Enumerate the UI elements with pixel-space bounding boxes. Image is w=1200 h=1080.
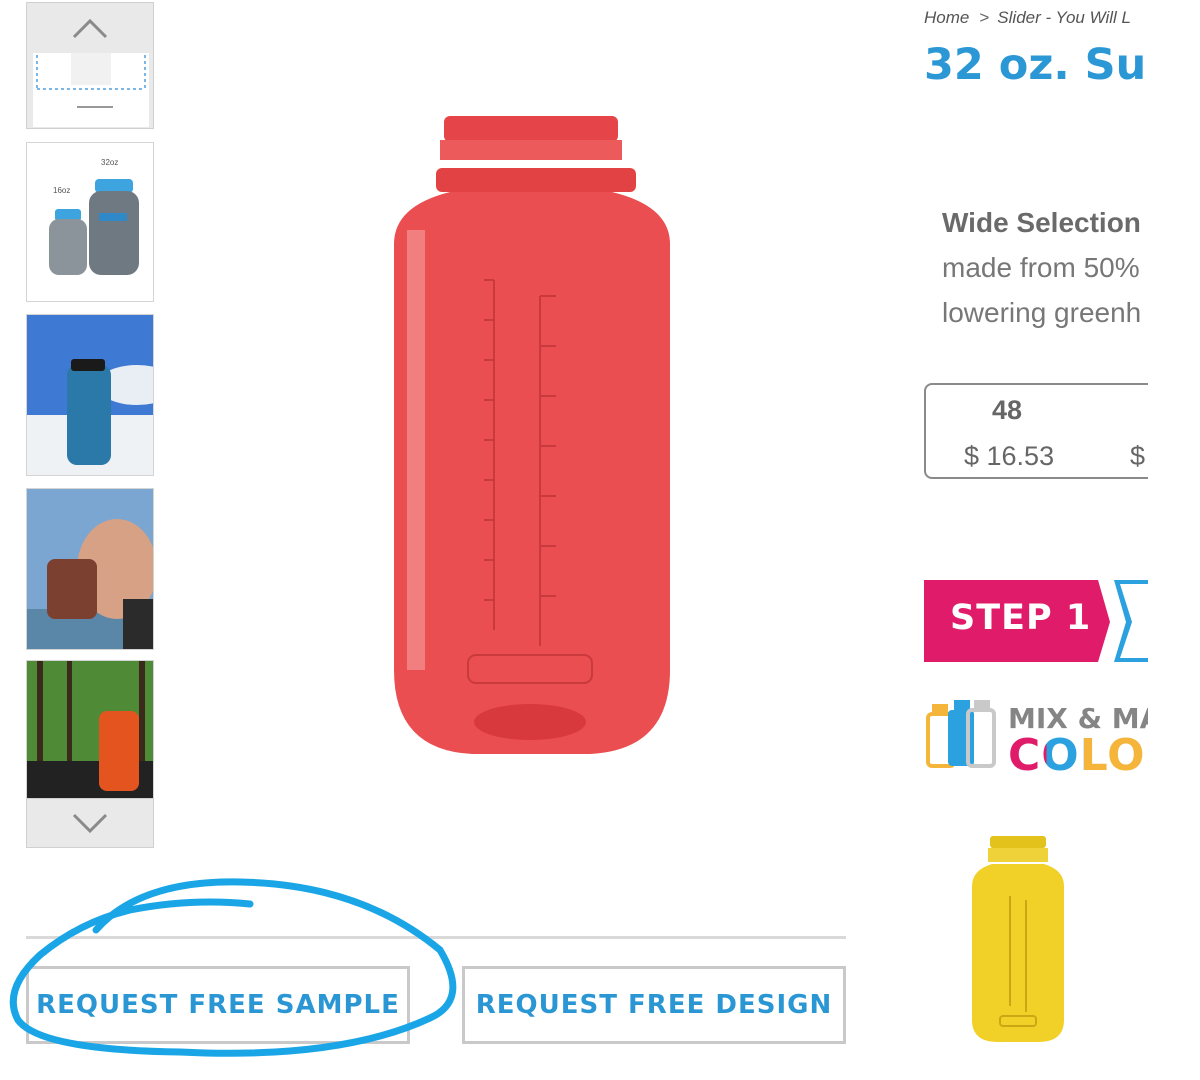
product-description: Wide Selection made from 50% lowering gr… bbox=[942, 200, 1141, 335]
breadcrumb-current[interactable]: Slider - You Will L bbox=[997, 8, 1131, 27]
yellow-bottle-image[interactable] bbox=[970, 836, 1066, 1046]
content-divider bbox=[26, 936, 846, 939]
thumbnail-gallery: 16oz 32oz bbox=[26, 2, 156, 848]
svg-text:16oz: 16oz bbox=[53, 186, 70, 195]
thumb-bottom-dimensions[interactable] bbox=[33, 53, 149, 127]
thumbnail-scroll-up-button[interactable] bbox=[26, 2, 154, 129]
mix-and-match-icon bbox=[926, 700, 996, 768]
price-table: 48 $ 16.53 $ bbox=[924, 383, 1148, 479]
request-free-sample-button[interactable]: REQUEST FREE SAMPLE bbox=[26, 966, 410, 1044]
breadcrumb: Home > Slider - You Will L bbox=[924, 8, 1131, 28]
thumb-forest-bottle[interactable] bbox=[26, 660, 154, 800]
thumb-lake-bottle[interactable] bbox=[26, 314, 154, 476]
price-quantity: 48 bbox=[992, 395, 1023, 425]
mix-match-colors-word: COLO bbox=[1008, 730, 1146, 781]
thumb-woman-drinking[interactable] bbox=[26, 488, 154, 650]
chevron-up-icon bbox=[72, 18, 108, 39]
description-line: made from 50% bbox=[942, 252, 1140, 283]
thumbnail-scroll-down-button[interactable] bbox=[26, 798, 154, 848]
thumb-sizes-16oz-32oz[interactable]: 16oz 32oz bbox=[26, 142, 154, 302]
price-value-next: $ bbox=[1130, 441, 1146, 471]
breadcrumb-home-link[interactable]: Home bbox=[924, 8, 969, 27]
price-value: $ 16.53 bbox=[964, 441, 1055, 471]
mix-match-colors-text: COLO bbox=[1008, 730, 1146, 781]
description-line: lowering greenh bbox=[942, 297, 1142, 328]
svg-text:32oz: 32oz bbox=[101, 158, 118, 167]
chevron-down-icon bbox=[72, 813, 108, 834]
request-free-design-button[interactable]: REQUEST FREE DESIGN bbox=[462, 966, 846, 1044]
product-title: 32 oz. Sus bbox=[924, 40, 1148, 90]
product-info-panel: Home > Slider - You Will L 32 oz. Sus Wide… bbox=[924, 0, 1148, 1080]
step-1-label: STEP 1 bbox=[950, 598, 1092, 638]
main-product-image bbox=[394, 116, 670, 754]
breadcrumb-separator: > bbox=[979, 8, 990, 27]
description-bold: Wide Selection bbox=[942, 207, 1141, 238]
